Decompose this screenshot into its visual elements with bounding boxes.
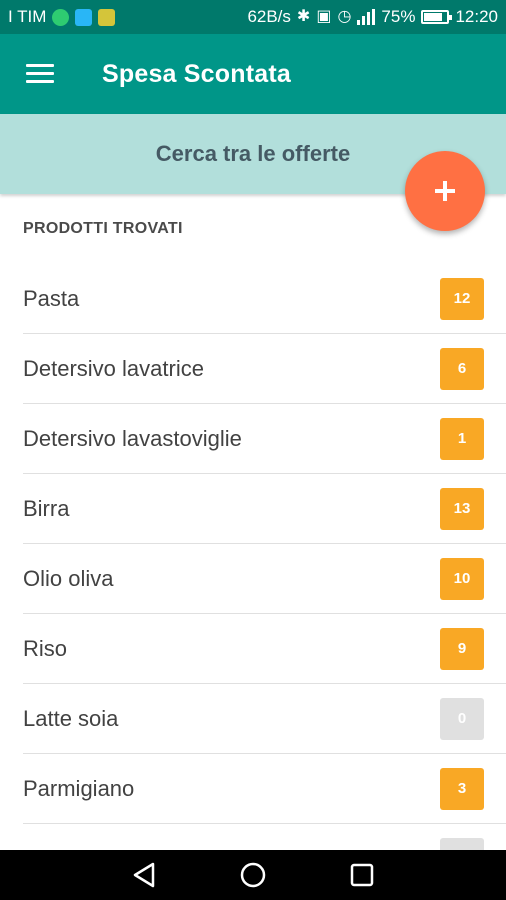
list-item[interactable]: Olio oliva 10 <box>23 544 506 614</box>
list-item[interactable]: Birra 13 <box>23 474 506 544</box>
recents-square-icon <box>350 863 373 887</box>
count-badge: 6 <box>440 347 484 390</box>
product-name: Riso <box>23 635 68 661</box>
product-name: Detersivo lavastoviglie <box>23 425 242 451</box>
system-nav-bar <box>0 850 506 900</box>
list-item[interactable]: Detersivo lavatrice 6 <box>23 334 506 404</box>
network-speed: 62B/s <box>247 7 291 26</box>
product-name: Pasta <box>23 285 80 311</box>
list-item[interactable]: Parmigiano 3 <box>23 754 506 824</box>
search-offers-label: Cerca tra le offerte <box>155 141 351 166</box>
bluetooth-icon: ✱ <box>296 8 311 25</box>
status-right: 62B/s ✱ ▣ ◷ 75% 12:20 <box>247 7 498 27</box>
alarm-icon: ◷ <box>337 8 352 25</box>
count-badge: 9 <box>440 627 484 670</box>
app-bar: Spesa Scontata <box>0 34 506 114</box>
signal-icon <box>357 9 376 25</box>
count-badge: 10 <box>440 557 484 600</box>
message-notification-icon <box>75 8 93 26</box>
clock: 12:20 <box>455 7 498 26</box>
add-product-button[interactable] <box>405 151 485 231</box>
product-list: Pasta 12 Detersivo lavatrice 6 Detersivo… <box>0 264 506 850</box>
carrier-label: I TIM <box>8 7 47 26</box>
list-item[interactable]: Riso 9 <box>23 614 506 684</box>
list-item[interactable] <box>23 824 506 850</box>
recents-button[interactable] <box>347 860 377 890</box>
list-item[interactable]: Latte soia 0 <box>23 684 506 754</box>
status-bar: I TIM 62B/s ✱ ▣ ◷ 75% 12:20 <box>0 0 506 34</box>
back-button[interactable] <box>129 860 159 890</box>
product-name: Olio oliva <box>23 565 114 591</box>
battery-percent: 75% <box>381 7 416 26</box>
product-name: Latte soia <box>23 705 119 731</box>
back-triangle-icon <box>134 862 155 888</box>
home-button[interactable] <box>238 860 268 890</box>
count-badge: 3 <box>440 767 484 810</box>
status-left: I TIM <box>8 7 116 27</box>
product-name: Parmigiano <box>23 775 135 801</box>
product-name: Detersivo lavatrice <box>23 355 204 381</box>
product-name: Birra <box>23 495 70 521</box>
plus-icon <box>435 181 455 201</box>
list-item[interactable]: Pasta 12 <box>23 264 506 334</box>
image-notification-icon <box>98 8 116 26</box>
products-list-area[interactable]: PRODOTTI TROVATI Pasta 12 Detersivo lava… <box>0 194 506 850</box>
home-circle-icon <box>240 862 266 888</box>
battery-icon <box>421 10 453 24</box>
hamburger-menu-icon[interactable] <box>26 64 54 84</box>
app-title: Spesa Scontata <box>102 59 291 88</box>
count-badge: 1 <box>440 417 484 460</box>
nfc-icon: ▣ <box>316 8 332 25</box>
count-badge <box>440 837 484 850</box>
whatsapp-notification-icon <box>52 8 70 26</box>
count-badge: 0 <box>440 697 484 740</box>
list-item[interactable]: Detersivo lavastoviglie 1 <box>23 404 506 474</box>
count-badge: 13 <box>440 487 484 530</box>
count-badge: 12 <box>440 277 484 320</box>
